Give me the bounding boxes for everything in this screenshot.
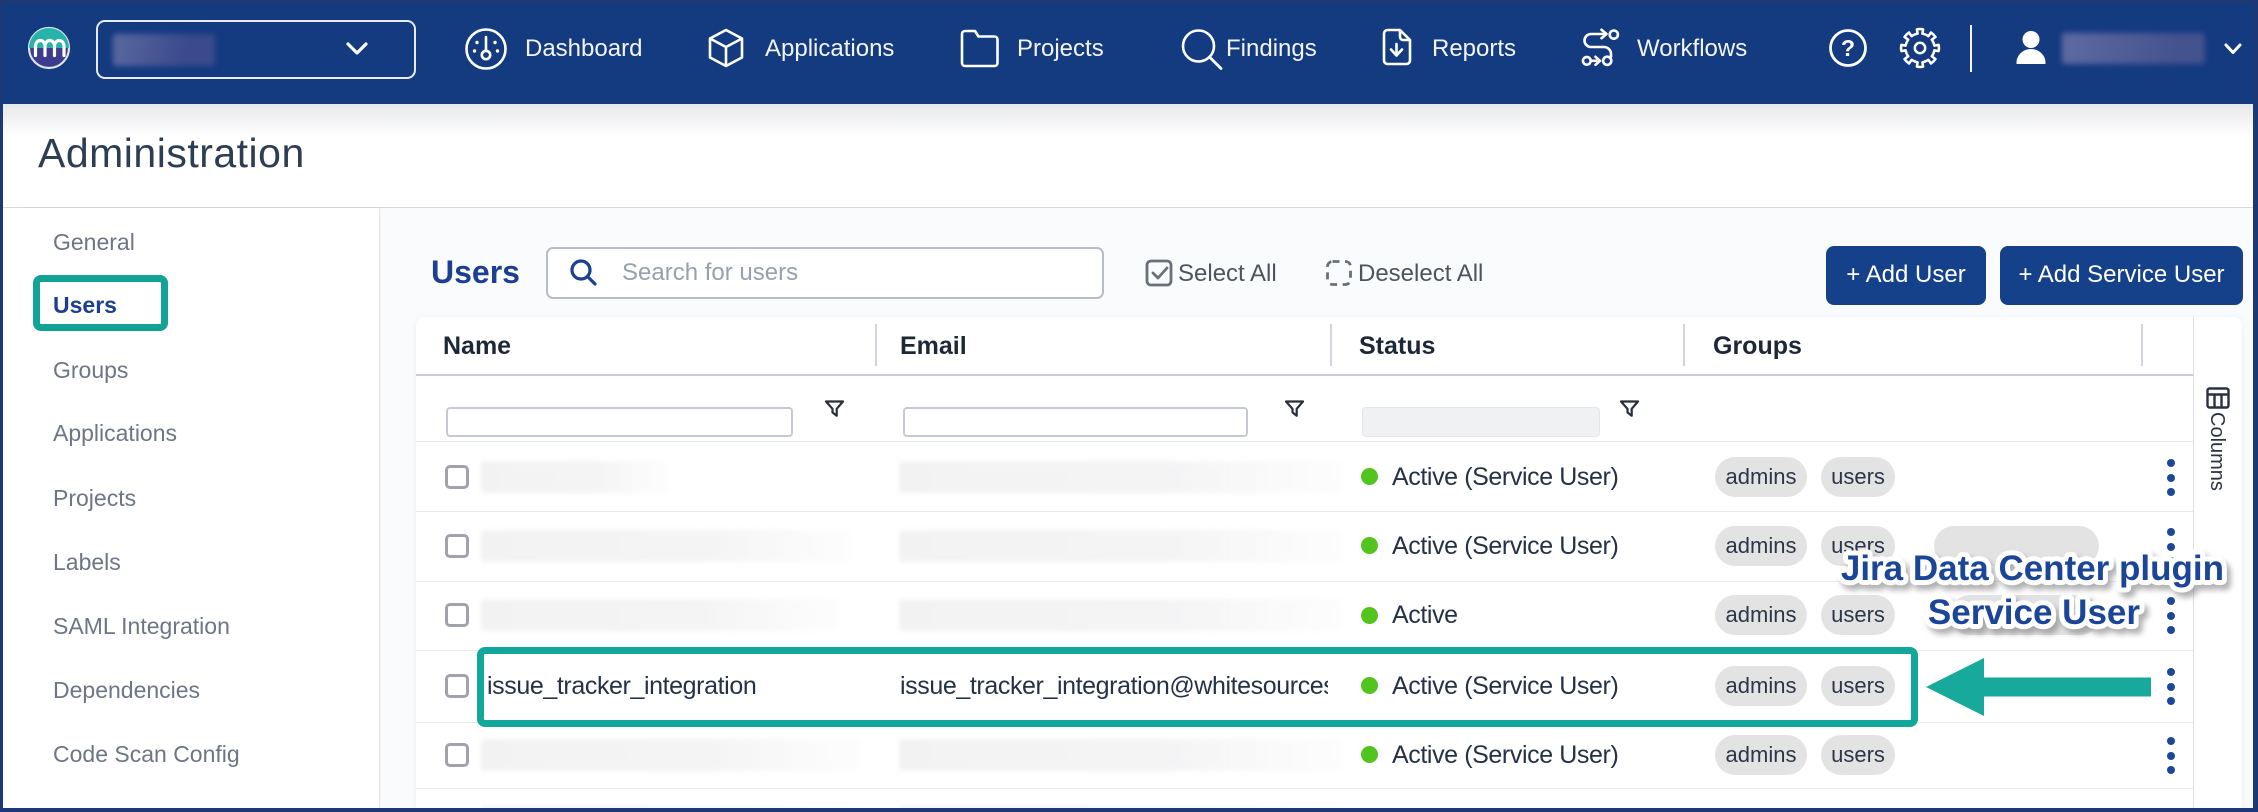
svg-text:?: ?	[1841, 35, 1855, 61]
svg-text:Jira Data Center plugin: Jira Data Center plugin	[1841, 549, 2224, 588]
svg-text:Service User: Service User	[1928, 593, 2140, 632]
